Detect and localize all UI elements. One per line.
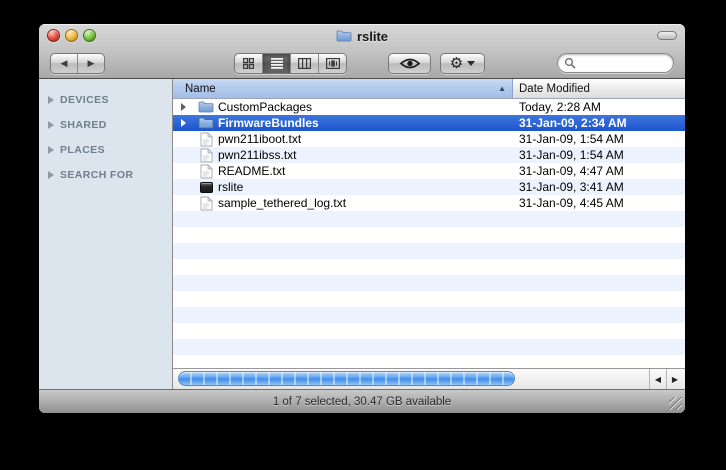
- document-icon: [198, 131, 214, 147]
- title-area: rslite: [39, 24, 685, 48]
- column-header-name[interactable]: Name ▲: [173, 79, 513, 98]
- back-button[interactable]: ◀: [51, 54, 78, 73]
- navigation-buttons: ◀ ▶: [50, 53, 105, 74]
- column-header-date-modified[interactable]: Date Modified: [513, 79, 685, 98]
- toolbar: ◀ ▶: [39, 48, 685, 78]
- horizontal-scrollbar[interactable]: ◀ ▶: [173, 368, 685, 389]
- file-list-pane: Name ▲ Date Modified CustomPackages: [173, 79, 685, 389]
- search-field[interactable]: [557, 53, 674, 73]
- table-row[interactable]: CustomPackages Today, 2:28 AM: [173, 99, 685, 115]
- view-switcher: [234, 53, 347, 74]
- action-menu-button[interactable]: ⚙: [440, 53, 485, 74]
- window-content: DEVICES SHARED PLACES SEARCH FOR: [39, 79, 685, 389]
- resize-grip[interactable]: [669, 397, 682, 410]
- search-input[interactable]: [580, 56, 672, 70]
- eye-icon: [399, 57, 421, 70]
- file-date: 31-Jan-09, 4:45 AM: [519, 196, 624, 210]
- sidebar-section-search-for[interactable]: SEARCH FOR: [39, 162, 172, 187]
- document-icon: [198, 195, 214, 211]
- file-name: sample_tethered_log.txt: [218, 196, 346, 210]
- file-name: rslite: [218, 180, 243, 194]
- page-title: rslite: [357, 29, 388, 44]
- window-chrome: rslite ◀ ▶: [39, 24, 685, 79]
- sidebar-section-shared[interactable]: SHARED: [39, 112, 172, 137]
- toolbar-toggle-button[interactable]: [657, 31, 677, 40]
- table-row[interactable]: pwn211iboot.txt 31-Jan-09, 1:54 AM: [173, 131, 685, 147]
- column-view-button[interactable]: [290, 54, 318, 73]
- file-rows: CustomPackages Today, 2:28 AM FirmwareBu…: [173, 99, 685, 368]
- folder-icon: [336, 30, 352, 42]
- search-icon: [564, 57, 576, 69]
- disclosure-triangle-icon[interactable]: [181, 103, 186, 111]
- chevron-down-icon: [467, 61, 475, 66]
- scroll-left-button[interactable]: ◀: [649, 369, 666, 389]
- file-name: FirmwareBundles: [218, 116, 319, 130]
- quicklook-button[interactable]: [388, 53, 431, 74]
- table-row[interactable]: pwn211ibss.txt 31-Jan-09, 1:54 AM: [173, 147, 685, 163]
- scrollbar-thumb[interactable]: [178, 371, 515, 386]
- disclosure-triangle-icon[interactable]: [48, 171, 54, 179]
- file-date: 31-Jan-09, 1:54 AM: [519, 148, 624, 162]
- gear-icon: ⚙: [450, 56, 463, 71]
- screenshot-background: rslite ◀ ▶: [0, 0, 726, 470]
- icon-view-button[interactable]: [235, 54, 262, 73]
- disclosure-triangle-icon[interactable]: [48, 121, 54, 129]
- forward-button[interactable]: ▶: [78, 54, 104, 73]
- coverflow-view-button[interactable]: [318, 54, 346, 73]
- file-date: 31-Jan-09, 4:47 AM: [519, 164, 624, 178]
- file-name: CustomPackages: [218, 100, 312, 114]
- file-date: 31-Jan-09, 3:41 AM: [519, 180, 624, 194]
- sort-ascending-icon: ▲: [498, 84, 506, 93]
- sidebar: DEVICES SHARED PLACES SEARCH FOR: [39, 79, 173, 389]
- disclosure-triangle-icon[interactable]: [48, 96, 54, 104]
- sidebar-section-places[interactable]: PLACES: [39, 137, 172, 162]
- file-name: pwn211iboot.txt: [218, 132, 301, 146]
- table-row[interactable]: README.txt 31-Jan-09, 4:47 AM: [173, 163, 685, 179]
- document-icon: [198, 147, 214, 163]
- table-row[interactable]: rslite 31-Jan-09, 3:41 AM: [173, 179, 685, 195]
- folder-icon: [198, 99, 214, 115]
- table-row[interactable]: FirmwareBundles 31-Jan-09, 2:34 AM: [173, 115, 685, 131]
- scroll-right-button[interactable]: ▶: [666, 369, 683, 389]
- file-date: Today, 2:28 AM: [519, 100, 601, 114]
- status-text: 1 of 7 selected, 30.47 GB available: [273, 396, 451, 408]
- file-date: 31-Jan-09, 1:54 AM: [519, 132, 624, 146]
- disclosure-triangle-icon[interactable]: [181, 119, 186, 127]
- status-bar: 1 of 7 selected, 30.47 GB available: [39, 389, 685, 413]
- table-row[interactable]: sample_tethered_log.txt 31-Jan-09, 4:45 …: [173, 195, 685, 211]
- executable-icon: [198, 179, 214, 195]
- file-name: pwn211ibss.txt: [218, 148, 297, 162]
- file-name: README.txt: [218, 164, 285, 178]
- list-header: Name ▲ Date Modified: [173, 79, 685, 99]
- scrollbar-arrows: ◀ ▶: [649, 369, 683, 389]
- file-date: 31-Jan-09, 2:34 AM: [519, 116, 627, 130]
- title-bar[interactable]: rslite: [39, 24, 685, 48]
- document-icon: [198, 163, 214, 179]
- finder-window: rslite ◀ ▶: [39, 24, 685, 413]
- disclosure-triangle-icon[interactable]: [48, 146, 54, 154]
- sidebar-section-devices[interactable]: DEVICES: [39, 87, 172, 112]
- list-view-button[interactable]: [262, 54, 290, 73]
- folder-icon: [198, 115, 214, 131]
